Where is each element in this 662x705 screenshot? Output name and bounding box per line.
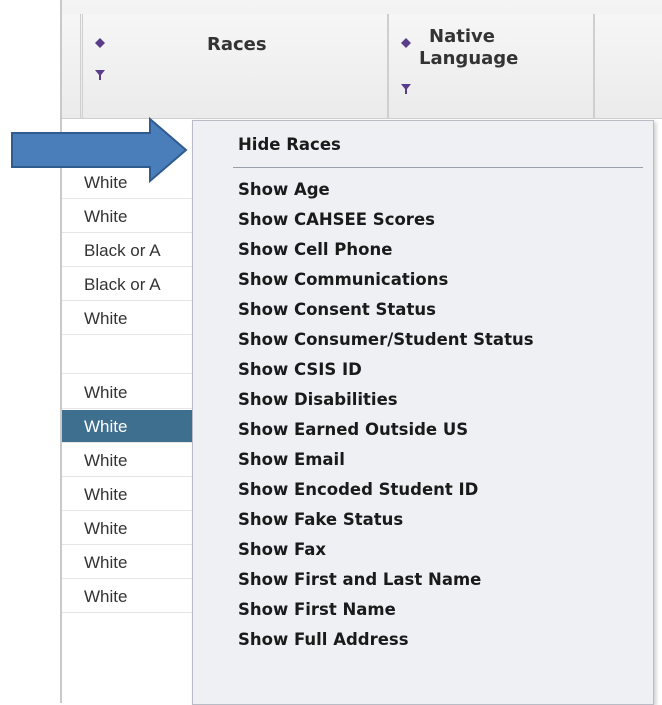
menu-item-show-age[interactable]: Show Age xyxy=(238,180,330,199)
menu-item-show-first-and-last-name[interactable]: Show First and Last Name xyxy=(238,570,481,589)
filter-icon[interactable] xyxy=(95,70,105,80)
menu-item-show-consumer-student-status[interactable]: Show Consumer/Student Status xyxy=(238,330,534,349)
column-header-native-language[interactable]: Native Language xyxy=(388,14,594,118)
table-row[interactable]: White xyxy=(62,512,202,545)
column-header-next[interactable] xyxy=(594,14,662,118)
table-row[interactable]: White xyxy=(62,546,202,579)
menu-item-hide-races[interactable]: Hide Races xyxy=(238,135,341,154)
column-header-native-language-line1: Native xyxy=(429,26,495,47)
table-row[interactable]: White xyxy=(62,302,202,335)
table-row-selected[interactable]: White xyxy=(62,410,202,443)
column-header-races-label: Races xyxy=(207,34,267,55)
menu-item-show-disabilities[interactable]: Show Disabilities xyxy=(238,390,398,409)
menu-item-show-fake-status[interactable]: Show Fake Status xyxy=(238,510,403,529)
menu-item-show-cahsee-scores[interactable]: Show CAHSEE Scores xyxy=(238,210,435,229)
menu-item-show-first-name[interactable]: Show First Name xyxy=(238,600,396,619)
menu-item-show-consent-status[interactable]: Show Consent Status xyxy=(238,300,436,319)
menu-item-show-cell-phone[interactable]: Show Cell Phone xyxy=(238,240,392,259)
menu-item-show-encoded-student-id[interactable]: Show Encoded Student ID xyxy=(238,480,478,499)
table-row[interactable]: White xyxy=(62,200,202,233)
table-row[interactable]: White xyxy=(62,444,202,477)
header-cell-left xyxy=(62,14,81,118)
table-row[interactable]: Black or A xyxy=(62,234,202,267)
sort-icon[interactable] xyxy=(95,38,105,48)
table-row[interactable]: White xyxy=(62,478,202,511)
column-context-menu: Hide Races Show Age Show CAHSEE Scores S… xyxy=(192,120,654,705)
menu-item-show-earned-outside-us[interactable]: Show Earned Outside US xyxy=(238,420,468,439)
arrow-pointer-icon xyxy=(11,116,188,184)
menu-item-show-full-address[interactable]: Show Full Address xyxy=(238,630,409,649)
sort-icon[interactable] xyxy=(401,38,411,48)
table-row[interactable] xyxy=(62,336,202,374)
table-row[interactable]: White xyxy=(62,376,202,409)
column-header-native-language-line2: Language xyxy=(419,48,519,69)
menu-item-show-fax[interactable]: Show Fax xyxy=(238,540,326,559)
table-row[interactable]: White xyxy=(62,580,202,613)
menu-item-show-csis-id[interactable]: Show CSIS ID xyxy=(238,360,362,379)
menu-separator xyxy=(233,167,643,168)
column-header-races[interactable]: Races xyxy=(82,14,388,118)
grid-header: Races Native Language xyxy=(62,0,662,119)
table-row[interactable]: Black or A xyxy=(62,268,202,301)
filter-icon[interactable] xyxy=(401,84,411,94)
menu-item-show-communications[interactable]: Show Communications xyxy=(238,270,448,289)
menu-item-show-email[interactable]: Show Email xyxy=(238,450,345,469)
